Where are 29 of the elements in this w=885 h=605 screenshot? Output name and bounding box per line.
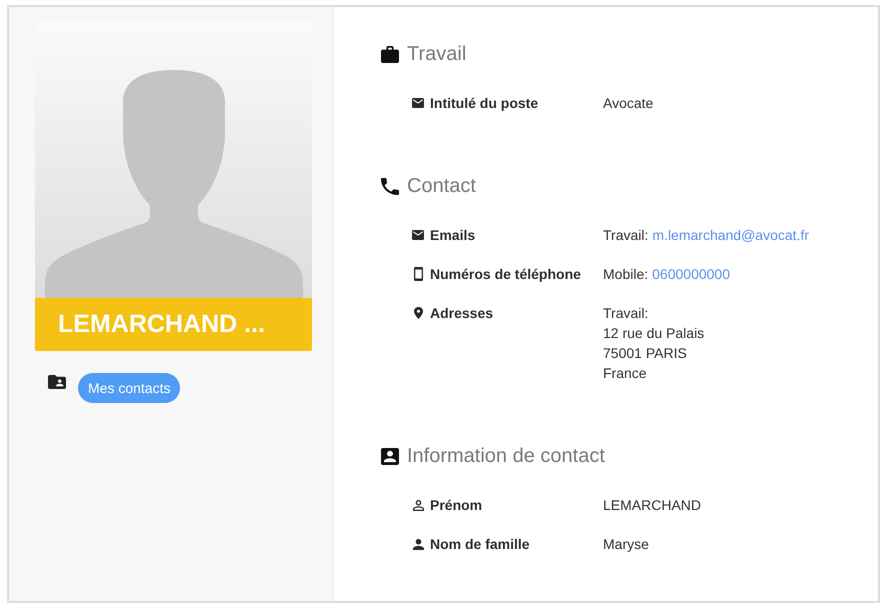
location-pin-icon [414,307,422,319]
envelope-icon [412,230,424,240]
phone-link[interactable]: 0600000000 [652,264,730,284]
section-title: Travail [407,42,466,67]
field-label: Emails [430,226,476,245]
person-outline-icon [412,500,424,510]
field-label: Intitulé du poste [430,94,538,113]
person-icon [412,538,424,550]
email-link[interactable]: m.lemarchand@avocat.fr [652,225,809,245]
field-label: Prénom [430,496,482,515]
field-label: Nom de famille [430,535,530,554]
contact-name-banner: LEMARCHAND ... [35,298,312,351]
address-text: Travail: 12 rue du Palais 75001 PARIS France [603,304,704,383]
shared-folder-icon [48,375,66,389]
field-value: Maryse [603,535,649,554]
phone-icon [381,178,399,194]
contact-card-icon [381,448,399,464]
group-tag[interactable]: Mes contacts [78,373,180,403]
field-value: Avocate [603,94,654,113]
contact-type-label: Mobile: [603,265,648,284]
contact-type-label: Travail: [603,226,648,245]
envelope-icon [412,98,424,108]
section-title: Contact [407,174,476,199]
section-title: Information de contact [407,444,605,469]
field-label: Adresses [430,304,494,323]
field-label: Numéros de téléphone [430,265,581,284]
briefcase-icon [381,46,399,62]
field-value: LEMARCHAND [603,496,702,515]
smartphone-icon [414,267,422,281]
